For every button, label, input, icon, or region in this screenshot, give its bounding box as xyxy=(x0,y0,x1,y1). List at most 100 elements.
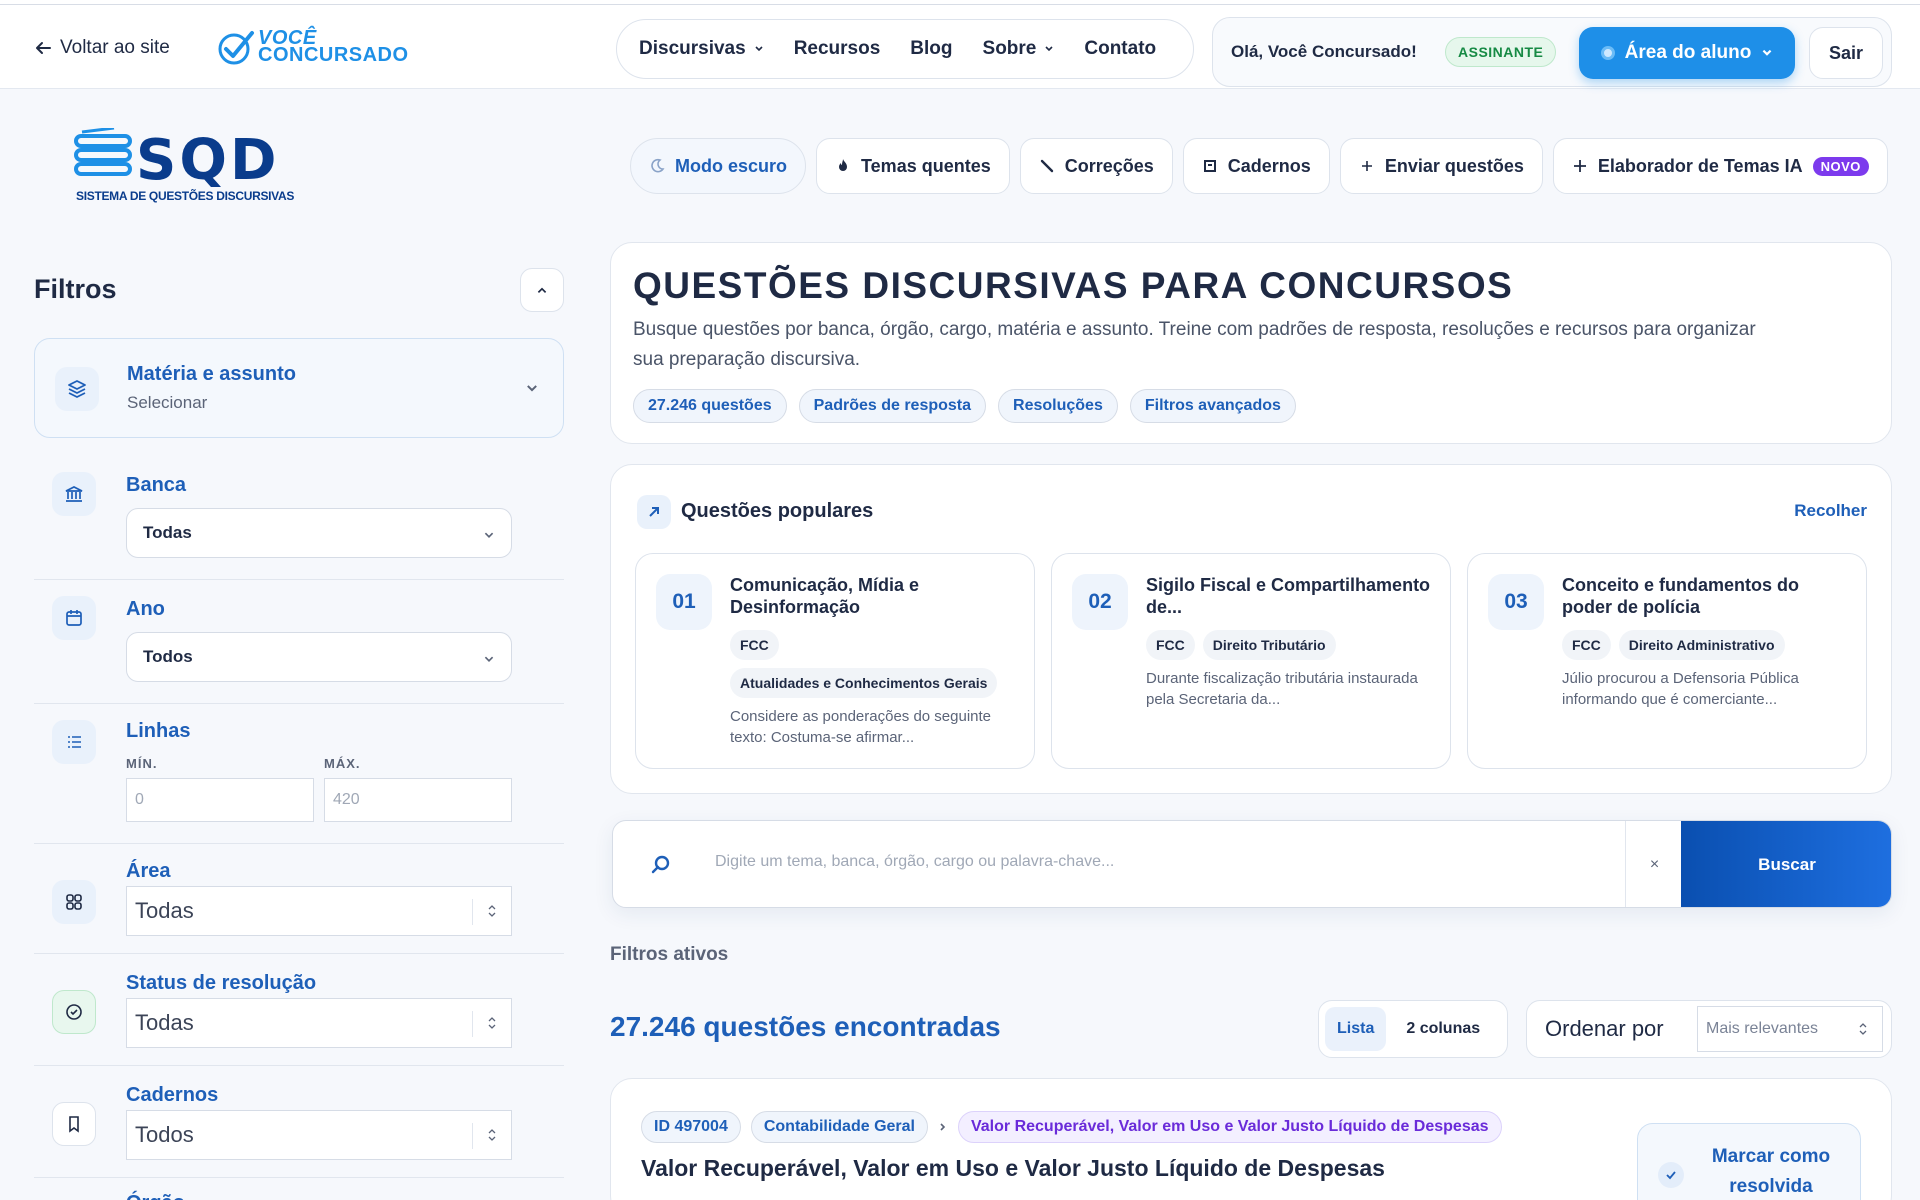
corrections-label: Correções xyxy=(1064,155,1154,176)
popular-question-snippet: Considere as ponderações do seguinte tex… xyxy=(730,708,992,746)
popular-question-snippet: Júlio procurou a Defensoria Pública info… xyxy=(1562,670,1799,708)
collapse-filters-button[interactable] xyxy=(520,268,564,312)
chevron-right-icon xyxy=(940,1123,946,1131)
popular-question-title: Sigilo Fiscal e Compartilhamento de... xyxy=(1146,575,1431,617)
dark-mode-label: Modo escuro xyxy=(675,155,788,176)
pencil-icon xyxy=(1040,159,1053,173)
status-select[interactable]: Todas xyxy=(126,998,512,1048)
order-by-control: Ordenar por Mais relevantes xyxy=(1526,1000,1892,1058)
chevron-down-icon xyxy=(755,46,763,52)
nav-label: Blog xyxy=(910,38,953,59)
notebooks-select[interactable]: Todos xyxy=(126,1110,512,1160)
popular-question-title: Comunicação, Mídia e Desinformação xyxy=(730,575,920,617)
status-dot-icon xyxy=(1600,46,1615,60)
nav-item-contato[interactable]: Contato xyxy=(1084,38,1156,60)
new-badge: NOVO xyxy=(1812,156,1869,176)
nav-item-recursos[interactable]: Recursos xyxy=(794,38,881,60)
popular-title: Questões populares xyxy=(681,500,874,522)
popular-rank: 01 xyxy=(656,574,712,630)
arrow-left-icon xyxy=(36,42,51,54)
mark-resolved-label: Marcar como resolvida xyxy=(1711,1146,1831,1197)
popular-question-card[interactable]: 02 Sigilo Fiscal e Compartilhamento de..… xyxy=(1051,553,1451,769)
sqd-logo[interactable]: SQD SISTEMA DE QUESTÕES DISCURSIVAS xyxy=(74,126,294,206)
voce-concursado-logo[interactable]: VOCÊ CONCURSADO xyxy=(216,27,409,67)
mark-resolved-button[interactable]: Marcar como resolvida xyxy=(1637,1123,1861,1200)
sparkle-plus-icon xyxy=(1573,160,1586,172)
search-button[interactable]: Buscar xyxy=(1681,821,1891,907)
checkmark-logo-icon xyxy=(218,31,254,65)
question-title[interactable]: Valor Recuperável, Valor em Uso e Valor … xyxy=(641,1155,1385,1182)
search-icon xyxy=(651,855,670,874)
bank-select[interactable]: Todas xyxy=(126,508,512,558)
view-two-columns-option[interactable]: 2 colunas xyxy=(1394,1007,1492,1051)
chevron-down-icon xyxy=(527,385,537,392)
corrections-button[interactable]: Correções xyxy=(1019,138,1173,194)
notebooks-label: Cadernos xyxy=(1227,155,1311,176)
grid-icon xyxy=(52,880,96,924)
question-subject-tag[interactable]: Contabilidade Geral xyxy=(750,1111,928,1143)
clear-search-button[interactable]: × xyxy=(1625,821,1683,907)
lines-max-input[interactable]: 420 xyxy=(324,778,512,822)
send-questions-button[interactable]: Enviar questões xyxy=(1339,138,1543,194)
chip-answer-patterns: Padrões de resposta xyxy=(798,389,987,423)
lines-filter-group: Linhas MÍN. MÁX. 0 420 xyxy=(34,710,564,844)
back-link-label: Voltar ao site xyxy=(60,37,170,58)
select-separator xyxy=(472,1123,473,1149)
popular-question-card[interactable]: 01 Comunicação, Mídia e Desinformação FC… xyxy=(635,553,1035,769)
subject-filter[interactable]: Matéria e assunto Selecionar xyxy=(34,338,564,438)
dark-mode-button[interactable]: Modo escuro xyxy=(630,138,807,194)
view-toggle: Lista 2 colunas xyxy=(1318,1000,1508,1058)
hot-topics-label: Temas quentes xyxy=(861,155,991,176)
notebooks-button[interactable]: Cadernos xyxy=(1182,138,1330,194)
nav-item-blog[interactable]: Blog xyxy=(910,38,952,60)
view-list-option[interactable]: Lista xyxy=(1325,1007,1387,1051)
area-select[interactable]: Todas xyxy=(126,886,512,936)
ai-topic-builder-button[interactable]: Elaborador de Temas IA NOVO xyxy=(1552,138,1888,194)
nav-label: Recursos xyxy=(793,38,881,59)
trending-arrow-icon xyxy=(637,495,671,529)
notebooks-filter-label: Cadernos xyxy=(126,1084,219,1106)
notebooks-filter-group: Cadernos Todos xyxy=(34,1072,564,1178)
lines-min-input[interactable]: 0 xyxy=(126,778,314,822)
bank-filter-group: Banca Todas xyxy=(34,462,564,580)
year-select[interactable]: Todos xyxy=(126,632,512,682)
question-topic-tag[interactable]: Valor Recuperável, Valor em Uso e Valor … xyxy=(957,1111,1502,1143)
chevron-up-icon xyxy=(537,287,547,293)
question-id-tag: ID 497004 xyxy=(641,1111,741,1143)
send-questions-label: Enviar questões xyxy=(1384,155,1524,176)
order-by-label: Ordenar por xyxy=(1545,1016,1664,1041)
popular-collapse-link[interactable]: Recolher xyxy=(1794,501,1867,521)
moon-icon xyxy=(651,158,665,173)
nav-item-discursivas[interactable]: Discursivas xyxy=(639,38,764,60)
student-area-button[interactable]: Área do aluno xyxy=(1579,27,1795,79)
nav-label: Sobre xyxy=(982,38,1037,59)
select-separator xyxy=(472,1011,473,1037)
subject-filter-value: Selecionar xyxy=(127,393,208,412)
popular-question-card[interactable]: 03 Conceito e fundamentos do poder de po… xyxy=(1467,553,1867,769)
back-to-site-link[interactable]: Voltar ao site xyxy=(34,37,170,59)
chip-advanced-filters: Filtros avançados xyxy=(1129,389,1296,423)
list-lines-icon xyxy=(52,720,96,764)
popular-question-tags: FCC Direito Administrativo xyxy=(1562,630,1858,660)
tag-bank: FCC xyxy=(1146,630,1195,660)
chevron-down-icon xyxy=(1045,46,1053,52)
plus-icon xyxy=(1361,161,1372,171)
popular-rank: 03 xyxy=(1488,574,1544,630)
sqd-title: SQD xyxy=(136,128,280,193)
calendar-icon xyxy=(52,596,96,640)
main-nav: Discursivas Recursos Blog Sobre Contato xyxy=(616,19,1194,79)
logout-button[interactable]: Sair xyxy=(1809,27,1883,79)
question-result-card[interactable]: ID 497004 Contabilidade Geral Valor Recu… xyxy=(610,1078,1892,1200)
order-by-value: Mais relevantes xyxy=(1706,1020,1819,1037)
chevron-down-icon xyxy=(1762,49,1772,56)
search-input[interactable]: Digite um tema, banca, órgão, cargo ou p… xyxy=(715,853,1114,871)
up-down-arrows-icon xyxy=(1859,1023,1867,1035)
order-by-select[interactable]: Mais relevantes xyxy=(1697,1006,1883,1052)
popular-rank: 02 xyxy=(1072,574,1128,630)
chevron-down-icon xyxy=(484,532,494,538)
nav-item-sobre[interactable]: Sobre xyxy=(983,38,1055,60)
select-separator xyxy=(472,899,473,925)
popular-question-title: Conceito e fundamentos do poder de políc… xyxy=(1562,575,1800,617)
bookmark-icon xyxy=(52,1102,96,1146)
hot-topics-button[interactable]: Temas quentes xyxy=(816,138,1010,194)
